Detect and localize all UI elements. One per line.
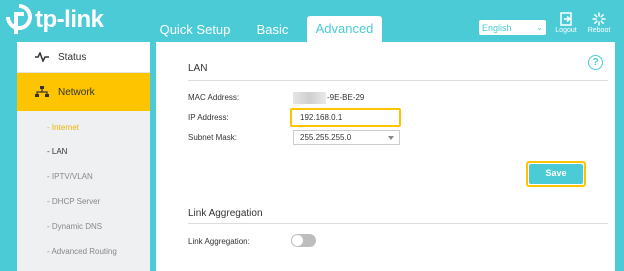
link-aggregation-section-title: Link Aggregation: [188, 208, 263, 219]
brand-name: tp-link: [35, 6, 104, 33]
pulse-icon: [35, 52, 49, 62]
toggle-knob: [292, 235, 303, 246]
chevron-down-icon: ⌄: [536, 23, 543, 32]
tp-link-logo: tp-link: [6, 4, 104, 36]
logout-label: Logout: [555, 27, 577, 34]
reboot-button[interactable]: Reboot: [583, 12, 615, 34]
sidebar-item-status[interactable]: Status: [17, 42, 150, 73]
ip-address-input[interactable]: 192.168.0.1: [290, 108, 401, 127]
link-aggregation-label: Link Aggregation:: [188, 237, 250, 246]
sidebar-item-label: Status: [58, 51, 87, 63]
sidebar-subitem-lan[interactable]: - LAN: [47, 147, 67, 156]
lan-divider: [188, 80, 608, 81]
sidebar: Status Network: [17, 42, 150, 271]
link-aggregation-divider: [188, 223, 608, 224]
help-icon[interactable]: ?: [588, 55, 603, 70]
logout-button[interactable]: Logout: [550, 12, 582, 34]
sidebar-item-label: Network: [58, 86, 95, 98]
mac-address-redacted: [293, 92, 326, 104]
reboot-label: Reboot: [587, 27, 611, 34]
network-icon: [35, 86, 49, 98]
sidebar-subitem-dynamic-dns[interactable]: - Dynamic DNS: [47, 222, 102, 231]
language-value: English: [482, 22, 512, 33]
tab-advanced[interactable]: Advanced: [307, 16, 382, 42]
sidebar-subitem-advanced-routing[interactable]: - Advanced Routing: [47, 247, 117, 256]
tp-link-logo-icon: [6, 4, 32, 34]
link-aggregation-toggle[interactable]: [291, 234, 316, 247]
save-button[interactable]: Save: [529, 164, 583, 184]
sidebar-subitem-iptv-vlan[interactable]: - IPTV/VLAN: [47, 172, 93, 181]
mac-address-label: MAC Address:: [188, 93, 240, 102]
ip-address-label: IP Address:: [188, 113, 229, 122]
subnet-mask-value: 255.255.255.0: [300, 133, 352, 142]
subnet-mask-label: Subnet Mask:: [188, 133, 237, 142]
lan-section-title: LAN: [188, 63, 208, 74]
logout-icon: [560, 12, 572, 26]
tab-basic[interactable]: Basic: [250, 17, 295, 42]
mac-address-value: -9E-BE-29: [327, 93, 365, 102]
sidebar-item-network[interactable]: Network: [17, 73, 150, 111]
caret-down-icon: [388, 136, 394, 140]
ip-address-value: 192.168.0.1: [300, 113, 343, 122]
save-button-highlight: Save: [526, 161, 586, 187]
subnet-mask-select[interactable]: 255.255.255.0: [293, 130, 400, 145]
language-select[interactable]: English ⌄: [479, 20, 546, 35]
sidebar-subitem-dhcp-server[interactable]: - DHCP Server: [47, 197, 100, 206]
tab-quick-setup[interactable]: Quick Setup: [155, 17, 235, 42]
reboot-icon: [592, 12, 606, 26]
sidebar-subitem-internet[interactable]: - Internet: [47, 123, 79, 132]
